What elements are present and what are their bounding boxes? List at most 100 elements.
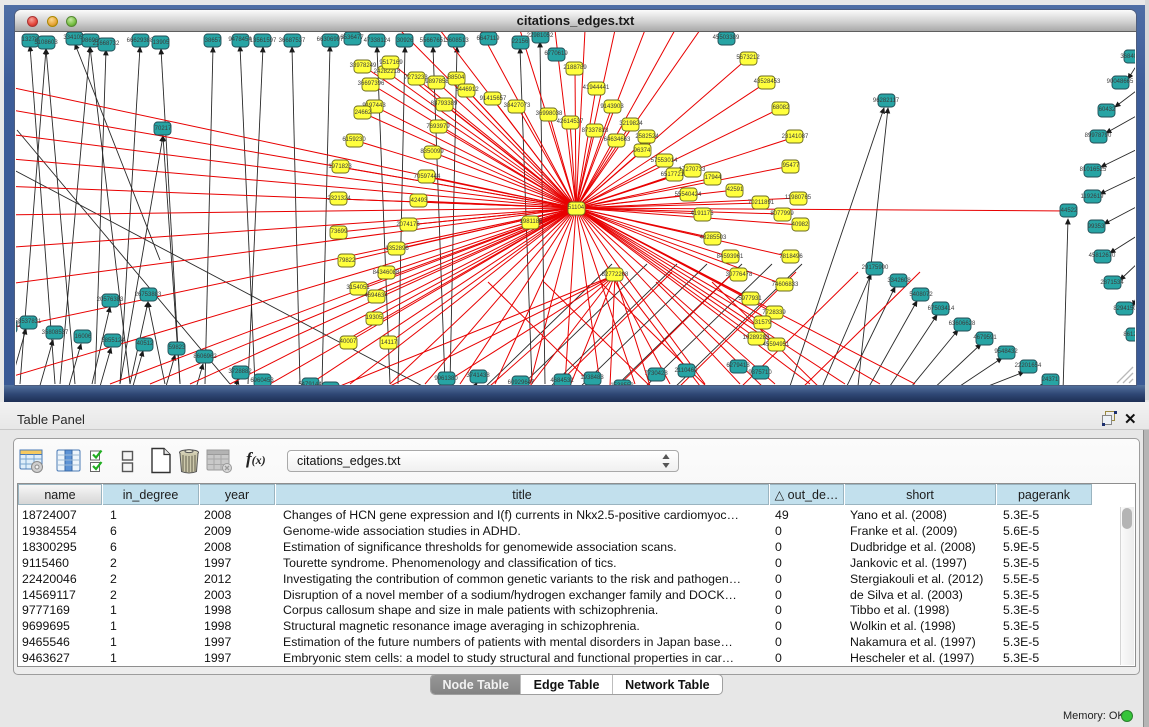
svg-text:5479144: 5479144 xyxy=(298,382,322,385)
svg-text:8606962: 8606962 xyxy=(193,354,217,360)
svg-text:84593961: 84593961 xyxy=(717,254,744,260)
svg-text:6960453: 6960453 xyxy=(250,378,274,384)
svg-text:8294150: 8294150 xyxy=(1113,306,1135,312)
svg-text:4679591: 4679591 xyxy=(973,335,997,341)
svg-text:21668732: 21668732 xyxy=(93,41,120,47)
svg-text:4684531: 4684531 xyxy=(550,378,574,384)
svg-text:13561597: 13561597 xyxy=(250,38,277,44)
svg-text:29175900: 29175900 xyxy=(862,265,889,271)
svg-text:60432: 60432 xyxy=(1099,107,1116,113)
svg-text:1192619: 1192619 xyxy=(1081,194,1105,200)
svg-text:1538552: 1538552 xyxy=(610,383,634,385)
svg-text:24662: 24662 xyxy=(355,110,372,116)
svg-text:8350099: 8350099 xyxy=(420,149,444,155)
svg-text:24371: 24371 xyxy=(1042,377,1059,383)
svg-text:24282218: 24282218 xyxy=(374,69,401,75)
svg-text:91415657: 91415657 xyxy=(480,96,507,102)
svg-text:89978790: 89978790 xyxy=(1085,133,1112,139)
svg-text:30926: 30926 xyxy=(397,38,414,44)
svg-text:16006: 16006 xyxy=(75,334,92,340)
svg-text:1938483: 1938483 xyxy=(580,375,604,381)
svg-text:58537831: 58537831 xyxy=(16,319,42,325)
svg-text:59823: 59823 xyxy=(169,345,186,351)
svg-text:43528453: 43528453 xyxy=(754,79,781,85)
svg-text:9961380: 9961380 xyxy=(434,376,458,382)
svg-text:42493: 42493 xyxy=(411,198,428,204)
svg-text:99353: 99353 xyxy=(1088,224,1105,230)
svg-text:73699: 73699 xyxy=(331,229,348,235)
svg-text:47338124: 47338124 xyxy=(364,38,391,44)
svg-text:60929647: 60929647 xyxy=(508,380,535,385)
svg-text:35808537: 35808537 xyxy=(42,330,69,336)
svg-text:6159230: 6159230 xyxy=(342,137,366,143)
svg-text:95477: 95477 xyxy=(783,163,800,169)
svg-text:10289289: 10289289 xyxy=(743,335,770,341)
svg-text:96374: 96374 xyxy=(634,148,651,154)
svg-text:3741438: 3741438 xyxy=(466,373,490,379)
svg-text:1981186: 1981186 xyxy=(520,219,544,225)
svg-text:8612220: 8612220 xyxy=(1123,332,1135,338)
svg-text:3728882: 3728882 xyxy=(228,369,252,375)
svg-text:42614537: 42614537 xyxy=(557,119,584,125)
svg-text:13905: 13905 xyxy=(153,40,170,46)
svg-text:9143903: 9143903 xyxy=(600,104,624,110)
svg-text:22201654: 22201654 xyxy=(1015,363,1042,369)
svg-text:36998038: 36998038 xyxy=(536,111,563,117)
svg-text:55667651: 55667651 xyxy=(420,38,447,44)
svg-text:40512: 40512 xyxy=(137,341,154,347)
svg-text:5855124: 5855124 xyxy=(101,338,125,344)
svg-text:66629388: 66629388 xyxy=(127,38,154,44)
svg-text:7818496: 7818496 xyxy=(779,254,803,260)
svg-text:1352896: 1352896 xyxy=(385,246,409,252)
svg-text:45594951: 45594951 xyxy=(763,342,790,348)
svg-text:3154051: 3154051 xyxy=(346,285,370,291)
svg-text:2321324: 2321324 xyxy=(327,196,351,202)
svg-text:36687537: 36687537 xyxy=(279,38,306,44)
svg-text:40007: 40007 xyxy=(340,339,357,345)
svg-text:4191175: 4191175 xyxy=(691,211,715,217)
svg-text:30776478: 30776478 xyxy=(726,272,753,278)
svg-text:90048665: 90048665 xyxy=(1107,79,1134,85)
svg-text:11980765: 11980765 xyxy=(785,195,812,201)
svg-text:3219824: 3219824 xyxy=(619,121,643,127)
svg-text:26753883: 26753883 xyxy=(135,292,162,298)
svg-text:87337818: 87337818 xyxy=(582,128,609,134)
svg-text:22981052: 22981052 xyxy=(527,33,554,39)
svg-text:9375710: 9375710 xyxy=(748,370,772,376)
svg-text:17944: 17944 xyxy=(705,175,722,181)
svg-text:63606628: 63606628 xyxy=(949,321,976,327)
svg-text:57553014: 57553014 xyxy=(651,158,678,164)
svg-text:41944441: 41944441 xyxy=(583,85,610,91)
svg-text:2582524: 2582524 xyxy=(635,134,659,140)
svg-text:88504: 88504 xyxy=(448,75,465,81)
svg-text:82772208: 82772208 xyxy=(602,272,629,278)
svg-text:9548432: 9548432 xyxy=(994,349,1018,355)
svg-text:36697396: 36697396 xyxy=(358,81,385,87)
svg-text:3684052: 3684052 xyxy=(1120,54,1135,60)
svg-text:40982: 40982 xyxy=(792,222,809,228)
svg-text:7693979: 7693979 xyxy=(426,124,450,130)
svg-text:67503414: 67503414 xyxy=(928,306,955,312)
svg-text:64634663: 64634663 xyxy=(604,137,631,143)
svg-text:70217: 70217 xyxy=(155,126,172,132)
svg-text:20576383: 20576383 xyxy=(97,297,124,303)
svg-text:55540424: 55540424 xyxy=(675,192,702,198)
svg-text:74606833: 74606833 xyxy=(772,282,799,288)
svg-text:23141087: 23141087 xyxy=(782,134,809,140)
svg-text:44522: 44522 xyxy=(1061,208,1078,214)
svg-text:5446912: 5446912 xyxy=(455,87,479,93)
svg-text:96282117: 96282117 xyxy=(873,98,900,104)
svg-text:7730428: 7730428 xyxy=(644,371,668,377)
svg-text:9897858: 9897858 xyxy=(425,79,449,85)
svg-text:2188789: 2188789 xyxy=(563,65,587,71)
svg-text:2871534: 2871534 xyxy=(1100,280,1124,286)
svg-text:22156: 22156 xyxy=(512,39,529,45)
svg-text:17270733: 17270733 xyxy=(679,167,706,173)
svg-text:6647119: 6647119 xyxy=(477,36,501,42)
svg-text:3608513: 3608513 xyxy=(445,38,469,44)
svg-text:8077999: 8077999 xyxy=(770,211,794,217)
svg-text:38657: 38657 xyxy=(205,38,222,44)
svg-text:7728339: 7728339 xyxy=(762,310,786,316)
svg-text:51104: 51104 xyxy=(568,205,585,211)
svg-text:42591: 42591 xyxy=(727,187,744,193)
